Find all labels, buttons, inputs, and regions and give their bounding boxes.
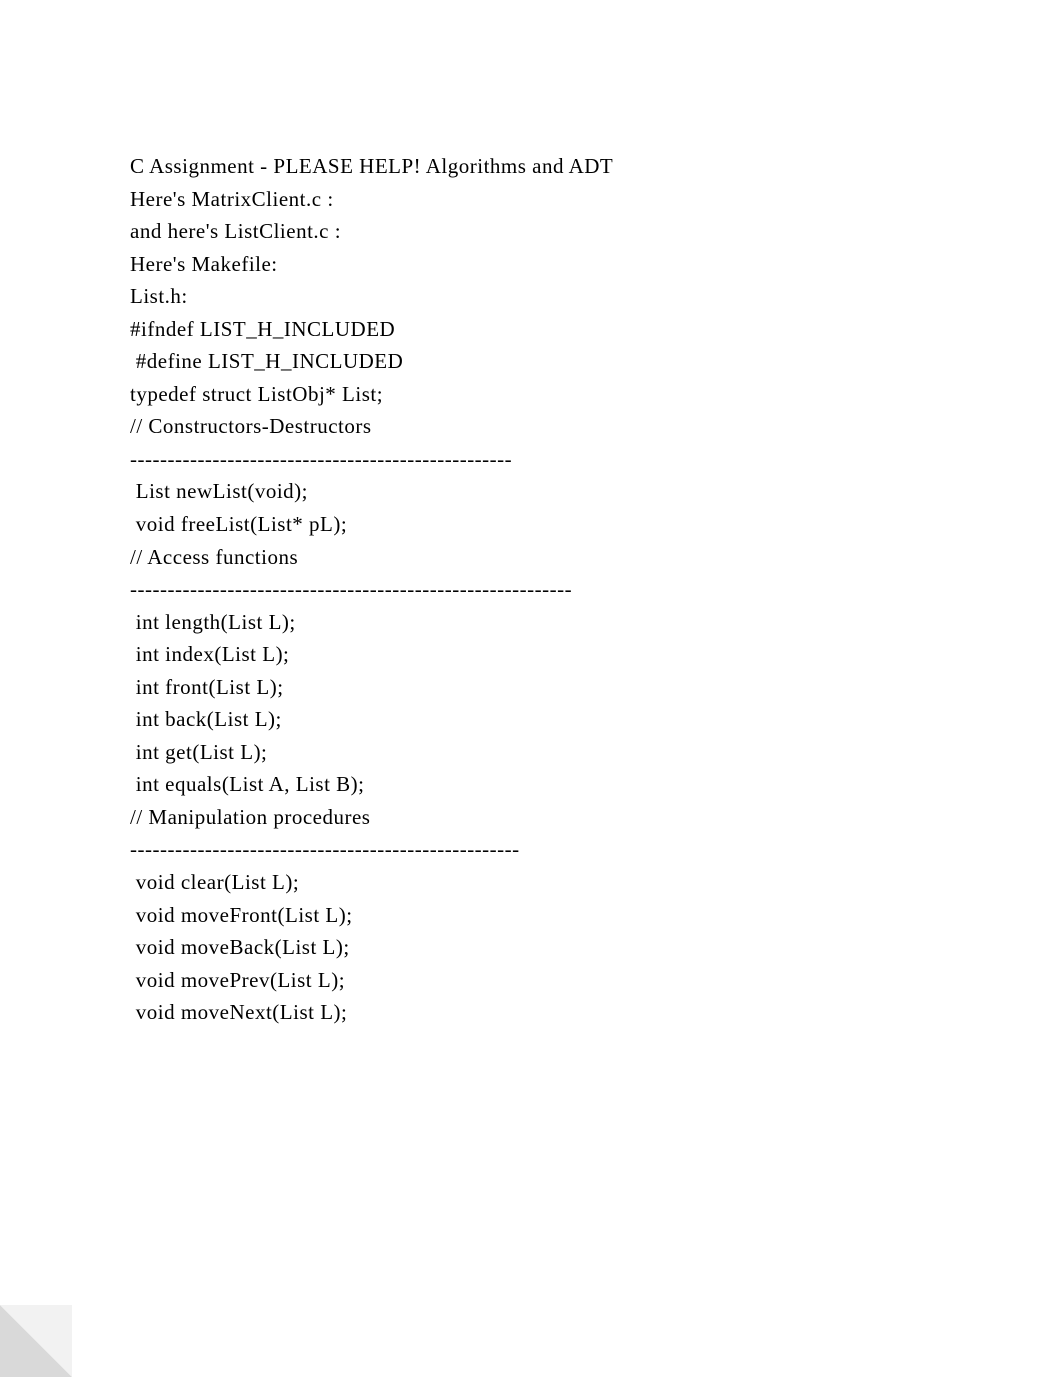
code-line: void moveFront(List L); [130,899,932,932]
code-line: void clear(List L); [130,866,932,899]
code-line: #ifndef LIST_H_INCLUDED [130,313,932,346]
code-line: int front(List L); [130,671,932,704]
code-line: Here's Makefile: [130,248,932,281]
code-line: void freeList(List* pL); [130,508,932,541]
code-line: int index(List L); [130,638,932,671]
code-line: List newList(void); [130,475,932,508]
page-fold-icon [0,1305,72,1377]
code-line: Here's MatrixClient.c : [130,183,932,216]
code-line: ----------------------------------------… [130,833,932,866]
code-line: #define LIST_H_INCLUDED [130,345,932,378]
code-line: int length(List L); [130,606,932,639]
code-line: int equals(List A, List B); [130,768,932,801]
code-line: // Manipulation procedures [130,801,932,834]
code-line: int back(List L); [130,703,932,736]
code-line: ----------------------------------------… [130,443,932,476]
code-line: void movePrev(List L); [130,964,932,997]
code-line: ----------------------------------------… [130,573,932,606]
code-line: void moveBack(List L); [130,931,932,964]
code-line: and here's ListClient.c : [130,215,932,248]
code-line: // Access functions [130,541,932,574]
code-line: void moveNext(List L); [130,996,932,1029]
code-line: List.h: [130,280,932,313]
code-line: typedef struct ListObj* List; [130,378,932,411]
code-line: // Constructors-Destructors [130,410,932,443]
code-line: C Assignment - PLEASE HELP! Algorithms a… [130,150,932,183]
code-line: int get(List L); [130,736,932,769]
document-content: C Assignment - PLEASE HELP! Algorithms a… [130,150,932,1029]
